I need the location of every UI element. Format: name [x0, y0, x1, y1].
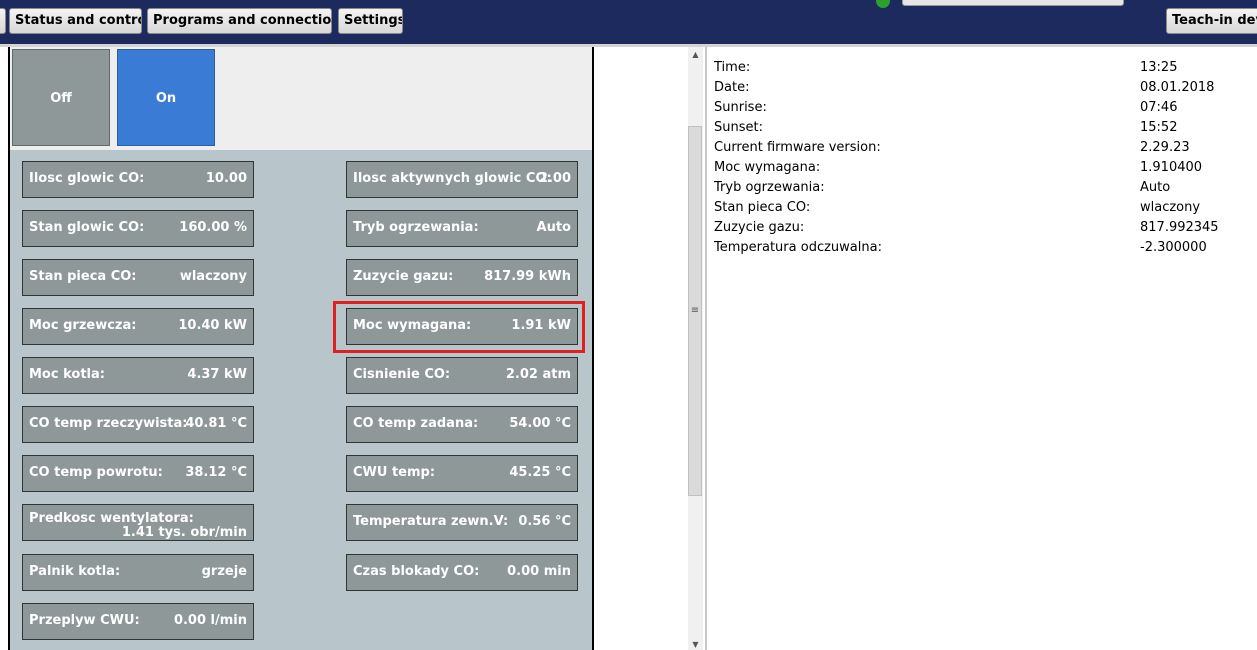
tile-value: 1.41 tys. obr/min — [121, 525, 247, 540]
tile-cisnienie-co: Cisnienie CO: 2.02 atm — [346, 357, 578, 394]
tile-moc-kotla: Moc kotla: 4.37 kW — [22, 357, 254, 394]
tile-value: 40.81 °C — [185, 416, 247, 431]
tile-value: 38.12 °C — [185, 465, 247, 480]
tile-tryb-ogrzewania: Tryb ogrzewania: Auto — [346, 210, 578, 247]
tile-palnik-kotla: Palnik kotla: grzeje — [22, 554, 254, 591]
tile-label: Moc grzewcza: — [29, 318, 137, 333]
info-key: Date: — [714, 80, 750, 95]
tile-label: Temperatura zewn.V: — [353, 514, 509, 529]
tile-value: 10.00 — [205, 171, 247, 186]
tile-moc-grzewcza: Moc grzewcza: 10.40 kW — [22, 308, 254, 345]
tile-value: 45.25 °C — [509, 465, 571, 480]
highlight-box — [333, 301, 585, 353]
info-value: 2.29.23 — [1140, 140, 1190, 155]
tile-temperatura-zewn: Temperatura zewn.V: 0.56 °C — [346, 504, 578, 541]
tile-cwu-temp: CWU temp: 45.25 °C — [346, 455, 578, 492]
tile-przeplyw-cwu: Przeplyw CWU: 0.00 l/min — [22, 603, 254, 640]
info-key: Current firmware version: — [714, 140, 881, 155]
tile-label: CO temp zadana: — [353, 416, 479, 431]
tile-value: 0.56 °C — [518, 514, 571, 529]
scroll-down-arrow-icon[interactable]: ▼ — [688, 640, 703, 649]
info-value: 07:46 — [1140, 100, 1178, 115]
info-key: Stan pieca CO: — [714, 200, 811, 215]
tile-label: CO temp rzeczywista: — [29, 416, 188, 431]
tile-label: Ilosc aktywnych glowic CO: — [353, 171, 552, 186]
tile-value: 54.00 °C — [509, 416, 571, 431]
tile-label: Tryb ogrzewania: — [353, 220, 479, 235]
tile-value: grzeje — [201, 564, 247, 579]
info-value: -2.300000 — [1140, 240, 1207, 255]
info-key: Tryb ogrzewania: — [714, 180, 825, 195]
info-value: 13:25 — [1140, 60, 1178, 75]
tile-label: Moc kotla: — [29, 367, 105, 382]
nav-button-partial[interactable] — [0, 8, 6, 34]
tile-label: Palnik kotla: — [29, 564, 121, 579]
top-navigation-bar: Status and control Programs and connecti… — [0, 0, 1257, 44]
off-toggle-button[interactable]: Off — [12, 49, 110, 146]
tile-value: 0.00 l/min — [173, 613, 247, 628]
status-and-control-button[interactable]: Status and control — [9, 8, 142, 34]
tile-label: CWU temp: — [353, 465, 436, 480]
top-field[interactable] — [902, 0, 1124, 6]
tile-ilosc-aktywnych-glowic-co: Ilosc aktywnych glowic CO: 2.00 — [346, 161, 578, 198]
tile-label: Cisnienie CO: — [353, 367, 451, 382]
info-value: wlaczony — [1140, 200, 1201, 215]
info-key: Zuzycie gazu: — [714, 220, 805, 235]
tile-label: Stan glowic CO: — [29, 220, 145, 235]
info-key: Sunrise: — [714, 100, 767, 115]
tile-co-temp-zadana: CO temp zadana: 54.00 °C — [346, 406, 578, 443]
settings-button[interactable]: Settings — [338, 8, 403, 34]
teach-in-device-button[interactable]: Teach-in dev — [1166, 8, 1257, 34]
info-value: 15:52 — [1140, 120, 1178, 135]
tile-value: wlaczony — [179, 269, 247, 284]
panel-divider — [705, 47, 707, 650]
scroll-up-arrow-icon[interactable]: ▲ — [688, 50, 703, 59]
info-key: Sunset: — [714, 120, 763, 135]
tile-predkosc-wentylatora: Predkosc wentylatora: 1.41 tys. obr/min — [22, 504, 254, 541]
tile-ilosc-glowic-co: Ilosc glowic CO: 10.00 — [22, 161, 254, 198]
tile-label: Stan pieca CO: — [29, 269, 137, 284]
tile-zuzycie-gazu: Zuzycie gazu: 817.99 kWh — [346, 259, 578, 296]
tile-value: 817.99 kWh — [484, 269, 571, 284]
tile-value: 4.37 kW — [187, 367, 247, 382]
info-value: 08.01.2018 — [1140, 80, 1215, 95]
on-toggle-button[interactable]: On — [117, 49, 215, 146]
tile-value: 10.40 kW — [178, 318, 247, 333]
info-key: Time: — [714, 60, 751, 75]
tile-value: Auto — [536, 220, 571, 235]
tile-label: Ilosc glowic CO: — [29, 171, 145, 186]
programs-and-connections-button[interactable]: Programs and connections — [147, 8, 332, 34]
status-tiles-area: Ilosc glowic CO: 10.00 Stan glowic CO: 1… — [10, 150, 592, 650]
tile-value: 160.00 % — [179, 220, 247, 235]
tile-stan-glowic-co: Stan glowic CO: 160.00 % — [22, 210, 254, 247]
tile-value: 2.02 atm — [505, 367, 571, 382]
tile-label: Czas blokady CO: — [353, 564, 480, 579]
info-key: Moc wymagana: — [714, 160, 821, 175]
info-value: 817.992345 — [1140, 220, 1219, 235]
status-indicator-icon — [876, 0, 890, 8]
tile-co-temp-powrotu: CO temp powrotu: 38.12 °C — [22, 455, 254, 492]
tile-value: 0.00 min — [507, 564, 571, 579]
info-value: Auto — [1140, 180, 1171, 195]
tile-stan-pieca-co: Stan pieca CO: wlaczony — [22, 259, 254, 296]
info-key: Temperatura odczuwalna: — [714, 240, 882, 255]
tile-label: Zuzycie gazu: — [353, 269, 454, 284]
tile-label: Predkosc wentylatora: — [29, 511, 194, 526]
scrollbar-grip-icon: ≡ — [690, 305, 700, 316]
tile-label: CO temp powrotu: — [29, 465, 163, 480]
tile-label: Przeplyw CWU: — [29, 613, 140, 628]
tile-czas-blokady-co: Czas blokady CO: 0.00 min — [346, 554, 578, 591]
info-value: 1.910400 — [1140, 160, 1203, 175]
tile-value: 2.00 — [538, 171, 571, 186]
tile-co-temp-rzeczywista: CO temp rzeczywista: 40.81 °C — [22, 406, 254, 443]
